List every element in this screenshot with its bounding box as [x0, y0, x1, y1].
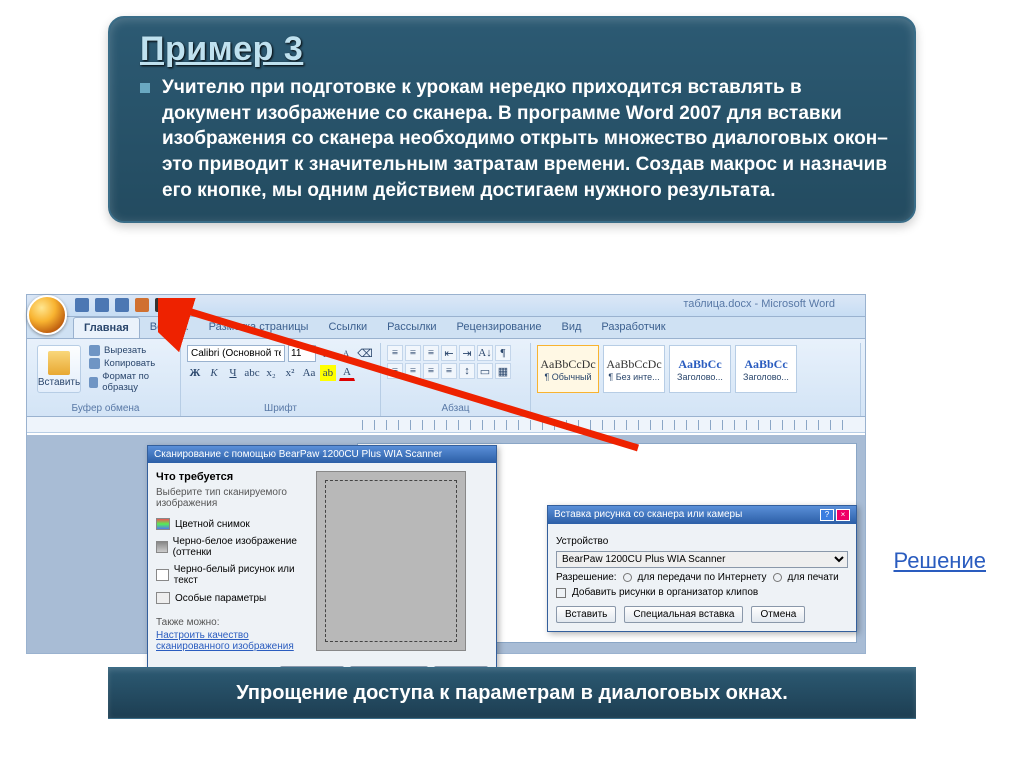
- tab-view[interactable]: Вид: [552, 317, 592, 338]
- special-insert-button[interactable]: Специальная вставка: [624, 606, 743, 623]
- sort-icon[interactable]: A↓: [477, 345, 493, 361]
- paste-button[interactable]: Вставить: [37, 345, 81, 393]
- quick-access-toolbar[interactable]: [75, 298, 169, 312]
- solution-link[interactable]: Решение: [893, 548, 986, 574]
- align-right-icon[interactable]: ≡: [423, 363, 439, 379]
- tab-insert[interactable]: Встав...: [140, 317, 199, 338]
- bullet-icon: [140, 83, 150, 93]
- slide-paragraph: Учителю при подготовке к урокам нередко …: [162, 75, 894, 203]
- highlight-button[interactable]: ab: [320, 365, 336, 381]
- slide-header: Пример 3 Учителю при подготовке к урокам…: [108, 16, 916, 223]
- opt-bw[interactable]: Черно-белый рисунок или текст: [156, 561, 306, 589]
- linespacing-icon[interactable]: ↕: [459, 363, 475, 379]
- scan-dialog-titlebar[interactable]: Сканирование с помощью BearPaw 1200CU Pl…: [148, 446, 496, 463]
- underline-button[interactable]: Ч: [225, 365, 241, 381]
- footer-caption: Упрощение доступа к параметрам в диалого…: [108, 667, 916, 719]
- qat-redo-icon[interactable]: [115, 298, 129, 312]
- font-color-button[interactable]: A: [339, 365, 355, 381]
- justify-icon[interactable]: ≡: [441, 363, 457, 379]
- font-size-select[interactable]: [288, 345, 316, 362]
- shrink-font-icon[interactable]: A: [338, 346, 354, 362]
- group-clipboard-label: Буфер обмена: [37, 401, 174, 414]
- adjust-quality-link[interactable]: Настроить качество сканированного изобра…: [156, 630, 306, 652]
- outdent-icon[interactable]: ⇤: [441, 345, 457, 361]
- add-to-clip-checkbox[interactable]: [556, 588, 566, 598]
- borders-icon[interactable]: ▦: [495, 363, 511, 379]
- radio-print[interactable]: [773, 573, 782, 582]
- align-center-icon[interactable]: ≡: [405, 363, 421, 379]
- group-font-label: Шрифт: [187, 401, 374, 414]
- resolution-label: Разрешение:: [556, 572, 617, 583]
- format-painter-button[interactable]: Формат по образцу: [89, 371, 174, 393]
- slide-title: Пример 3: [140, 30, 894, 69]
- paragraph-buttons: ≡ ≡ ≡ ⇤ ⇥ A↓ ¶ ≡ ≡ ≡ ≡ ↕ ▭ ▦: [387, 345, 524, 379]
- strike-button[interactable]: abc: [244, 365, 260, 381]
- styles-gallery[interactable]: AaBbCcDc¶ Обычный AaBbCcDc¶ Без инте... …: [537, 345, 854, 393]
- scan-dialog: Сканирование с помощью BearPaw 1200CU Pl…: [147, 445, 497, 690]
- grow-font-icon[interactable]: A: [319, 346, 335, 362]
- opt-custom[interactable]: Особые параметры: [156, 589, 306, 607]
- italic-button[interactable]: К: [206, 365, 222, 381]
- device-select[interactable]: BearPaw 1200CU Plus WIA Scanner: [556, 551, 848, 568]
- style-nospacing[interactable]: AaBbCcDc¶ Без инте...: [603, 345, 665, 393]
- tab-references[interactable]: Ссылки: [318, 317, 377, 338]
- qat-undo-icon[interactable]: [95, 298, 109, 312]
- ribbon-tabs: Главная Встав... Разметка страницы Ссылк…: [27, 317, 865, 339]
- ribbon: Вставить Вырезать Копировать Формат по о…: [27, 339, 865, 417]
- copy-button[interactable]: Копировать: [89, 358, 174, 369]
- numbering-icon[interactable]: ≡: [405, 345, 421, 361]
- help-icon[interactable]: ?: [820, 509, 834, 521]
- font-name-select[interactable]: [187, 345, 285, 362]
- qat-custom-icon[interactable]: [135, 298, 149, 312]
- document-title: таблица.docx - Microsoft Word: [683, 298, 835, 310]
- showmarks-icon[interactable]: ¶: [495, 345, 511, 361]
- opt-grayscale[interactable]: Черно-белое изображение (оттенки: [156, 533, 306, 561]
- insert-picture-dialog: Вставка рисунка со сканера или камеры ? …: [547, 505, 857, 632]
- cut-button[interactable]: Вырезать: [89, 345, 174, 356]
- tab-review[interactable]: Рецензирование: [447, 317, 552, 338]
- brush-icon: [89, 377, 98, 388]
- office-button[interactable]: [27, 295, 67, 335]
- scissors-icon: [89, 345, 100, 356]
- insert-dialog-titlebar[interactable]: Вставка рисунка со сканера или камеры ? …: [548, 506, 856, 524]
- multilevel-icon[interactable]: ≡: [423, 345, 439, 361]
- case-button[interactable]: Aa: [301, 365, 317, 381]
- bw-swatch-icon: [156, 569, 169, 581]
- shading-icon[interactable]: ▭: [477, 363, 493, 379]
- tab-mailings[interactable]: Рассылки: [377, 317, 446, 338]
- word-titlebar: таблица.docx - Microsoft Word: [27, 295, 865, 317]
- settings-swatch-icon: [156, 592, 170, 604]
- close-icon[interactable]: ×: [836, 509, 850, 521]
- subscript-button[interactable]: x₂: [263, 365, 279, 381]
- superscript-button[interactable]: x²: [282, 365, 298, 381]
- group-paragraph-label: Абзац: [387, 401, 524, 414]
- qat-custom2-icon[interactable]: [155, 298, 169, 312]
- qat-save-icon[interactable]: [75, 298, 89, 312]
- scan-preview[interactable]: [316, 471, 466, 651]
- indent-icon[interactable]: ⇥: [459, 345, 475, 361]
- style-normal[interactable]: AaBbCcDc¶ Обычный: [537, 345, 599, 393]
- paste-icon: [48, 351, 70, 375]
- copy-icon: [89, 358, 100, 369]
- scan-what-label: Что требуется: [156, 471, 306, 483]
- word-screenshot: таблица.docx - Microsoft Word Главная Вс…: [26, 294, 866, 654]
- align-left-icon[interactable]: ≡: [387, 363, 403, 379]
- tab-home[interactable]: Главная: [73, 317, 140, 338]
- gray-swatch-icon: [156, 541, 168, 553]
- style-heading2[interactable]: AaBbCcЗаголово...: [735, 345, 797, 393]
- style-heading1[interactable]: AaBbCcЗаголово...: [669, 345, 731, 393]
- ruler[interactable]: [27, 417, 865, 433]
- radio-web[interactable]: [623, 573, 632, 582]
- tab-developer[interactable]: Разработчик: [591, 317, 675, 338]
- tab-layout[interactable]: Разметка страницы: [199, 317, 319, 338]
- opt-color[interactable]: Цветной снимок: [156, 515, 306, 533]
- bullets-icon[interactable]: ≡: [387, 345, 403, 361]
- scan-sub-label: Выберите тип сканируемого изображения: [156, 487, 306, 509]
- color-swatch-icon: [156, 518, 170, 530]
- insert-button[interactable]: Вставить: [556, 606, 616, 623]
- device-label: Устройство: [556, 536, 608, 547]
- bold-button[interactable]: Ж: [187, 365, 203, 381]
- insert-cancel-button[interactable]: Отмена: [751, 606, 805, 623]
- clear-format-icon[interactable]: ⌫: [357, 346, 373, 362]
